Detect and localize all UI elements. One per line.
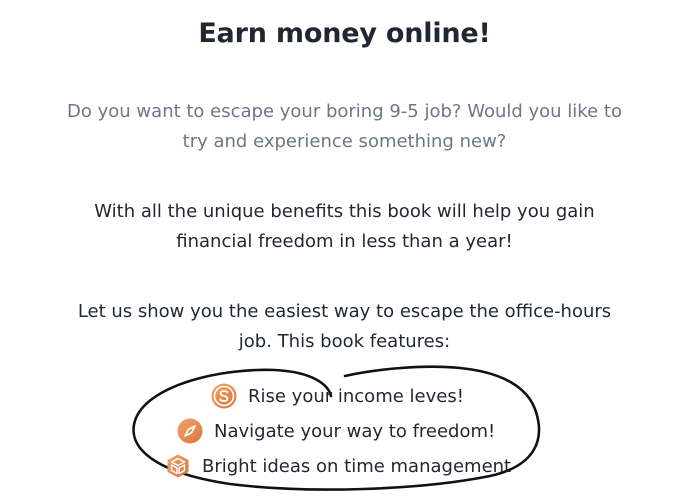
list-item: Bright ideas on time management [164,452,511,480]
dollar-coin-icon [211,383,237,409]
features-intro-line-1: Let us show you the easiest way to escap… [77,301,612,322]
intro-line-2: try and experience something new? [182,131,507,152]
features-intro-line-2: job. This book features: [238,331,451,352]
compass-icon [177,418,203,444]
page-title: Earn money online! [198,18,491,49]
page: Earn money online! Do you want to escape… [0,0,689,497]
intro-paragraph: Do you want to escape your boring 9-5 jo… [0,97,689,157]
benefits-paragraph: With all the unique benefits this book w… [0,197,689,257]
cube-icon [167,454,189,478]
list-item: Navigate your way to freedom! [176,417,495,445]
feature-label: Navigate your way to freedom! [214,420,496,442]
feature-label: Bright ideas on time management [202,455,512,477]
list-item: Rise your income leves! [210,382,464,410]
intro-line-1: Do you want to escape your boring 9-5 jo… [67,101,622,122]
features-intro-paragraph: Let us show you the easiest way to escap… [0,297,689,357]
feature-label: Rise your income leves! [248,385,464,407]
benefits-line-2: financial freedom in less than a year! [176,231,513,252]
benefits-line-1: With all the unique benefits this book w… [94,201,595,222]
